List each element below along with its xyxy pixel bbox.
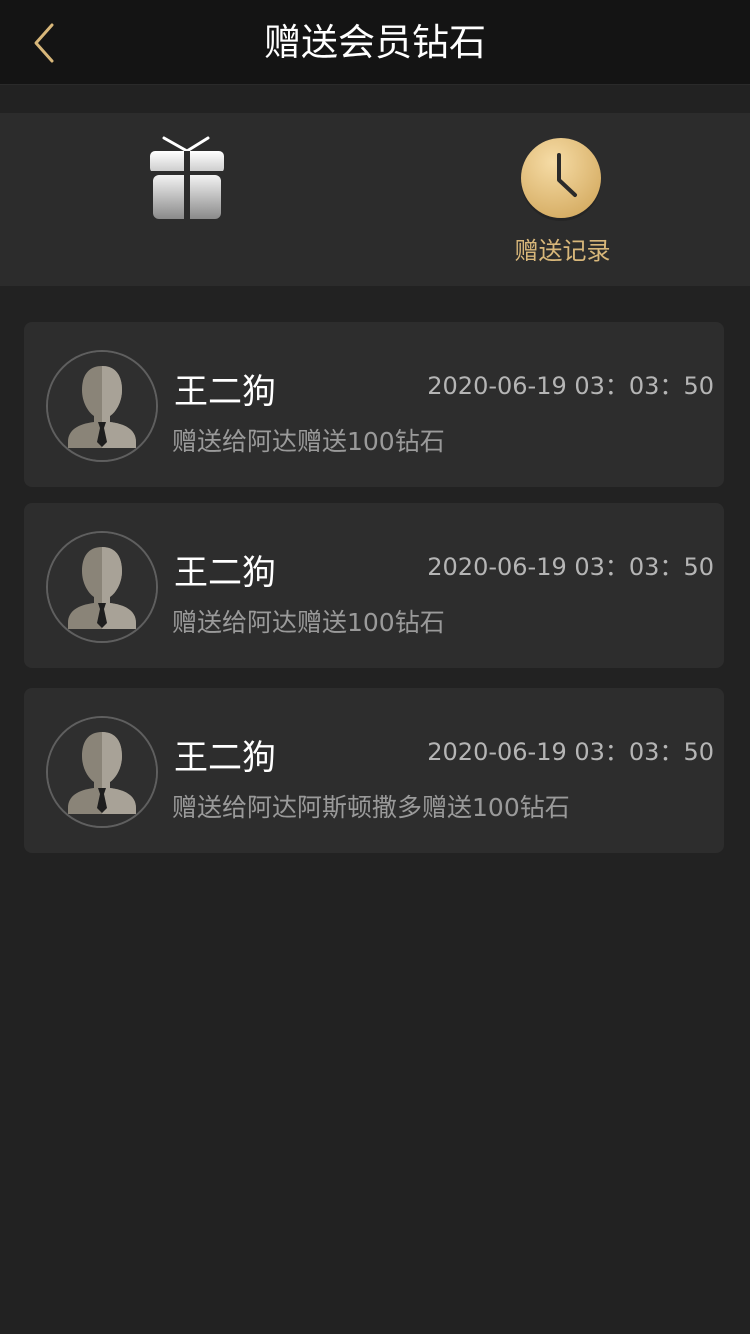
record-time: 2020-06-19 03：03：50	[427, 553, 714, 581]
back-button[interactable]	[22, 18, 66, 68]
chevron-left-icon	[34, 23, 54, 63]
record-card[interactable]: 王二狗 2020-06-19 03：03：50 赠送给阿达赠送100钻石	[24, 322, 724, 487]
sender-name: 王二狗	[174, 372, 276, 412]
record-card[interactable]: 王二狗 2020-06-19 03：03：50 赠送给阿达赠送100钻石	[24, 503, 724, 668]
nav-bar: 赠送会员钻石	[0, 0, 750, 85]
default-avatar-icon	[48, 718, 156, 826]
record-description: 赠送给阿达阿斯顿撒多赠送100钻石	[172, 793, 570, 822]
page-title: 赠送会员钻石	[264, 21, 486, 64]
record-description: 赠送给阿达赠送100钻石	[172, 427, 445, 456]
record-time: 2020-06-19 03：03：50	[427, 738, 714, 766]
tab-gift[interactable]	[0, 113, 375, 286]
clock-icon	[521, 138, 601, 221]
tab-record-label: 赠送记录	[514, 237, 611, 265]
default-avatar-icon	[48, 533, 156, 641]
avatar	[46, 531, 158, 643]
sender-name: 王二狗	[174, 553, 276, 593]
tab-bar: 赠送记录	[0, 113, 750, 286]
default-avatar-icon	[48, 352, 156, 460]
tab-record[interactable]: 赠送记录	[375, 113, 750, 286]
sender-name: 王二狗	[174, 738, 276, 778]
record-time: 2020-06-19 03：03：50	[427, 372, 714, 400]
avatar	[46, 350, 158, 462]
avatar	[46, 716, 158, 828]
record-card[interactable]: 王二狗 2020-06-19 03：03：50 赠送给阿达阿斯顿撒多赠送100钻…	[24, 688, 724, 853]
gift-icon	[150, 136, 224, 219]
record-description: 赠送给阿达赠送100钻石	[172, 608, 445, 637]
